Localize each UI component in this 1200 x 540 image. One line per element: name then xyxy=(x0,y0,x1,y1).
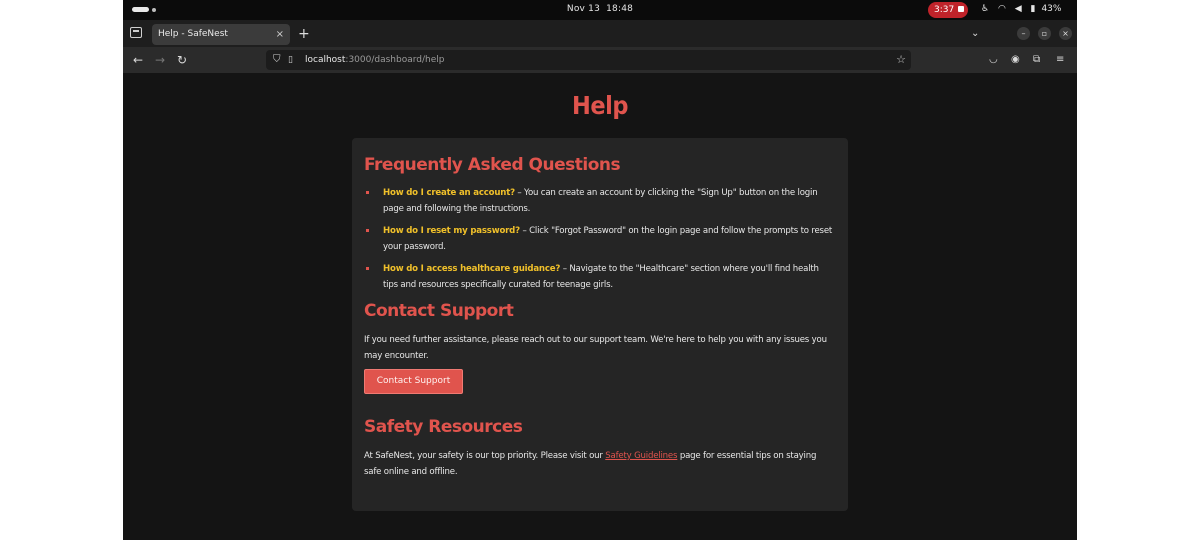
account-icon[interactable]: ◉ xyxy=(1011,52,1020,68)
page-title: Help xyxy=(572,91,628,120)
faq-heading: Frequently Asked Questions xyxy=(364,155,621,175)
safety-heading: Safety Resources xyxy=(364,417,523,437)
url-path: :3000/dashboard/help xyxy=(345,55,445,65)
contact-support-button[interactable]: Contact Support xyxy=(364,369,463,394)
maximize-icon[interactable]: ▫ xyxy=(1038,27,1051,40)
faq-question: How do I access healthcare guidance? xyxy=(383,264,561,274)
faq-item: How do I reset my password? – Click "For… xyxy=(364,223,834,255)
help-page: Help Frequently Asked Questions How do I… xyxy=(123,73,1077,540)
faq-question: How do I reset my password? xyxy=(383,226,520,236)
close-tab-icon[interactable]: × xyxy=(276,24,284,45)
accessibility-icon: ♿ xyxy=(981,4,990,14)
contact-text: If you need further assistance, please r… xyxy=(364,335,827,361)
faq-item: How do I access healthcare guidance? – N… xyxy=(364,261,834,293)
battery-icon: ▮ xyxy=(1030,4,1036,14)
screen-recording-indicator[interactable]: 3:37 xyxy=(928,2,968,18)
new-tab-button[interactable]: + xyxy=(298,24,310,44)
system-tray[interactable]: ♿ ◠ ◀ ▮ 43% xyxy=(981,4,1067,14)
help-card: Frequently Asked Questions How do I crea… xyxy=(352,138,848,511)
pocket-icon[interactable]: ◡ xyxy=(989,52,998,68)
os-top-bar: Nov 13 18:48 3:37 ♿ ◠ ◀ ▮ 43% xyxy=(123,0,1077,20)
faq-item: How do I create an account? – You can cr… xyxy=(364,185,834,217)
wifi-icon: ◠ xyxy=(997,4,1006,14)
back-arrow-icon[interactable]: ← xyxy=(133,51,143,69)
forward-arrow-icon[interactable]: → xyxy=(155,51,165,69)
chevron-down-icon[interactable]: ⌄ xyxy=(971,24,979,44)
url-bar[interactable]: ⛉ ▯ localhost:3000/dashboard/help ☆ xyxy=(266,50,911,70)
minimize-icon[interactable]: – xyxy=(1017,27,1030,40)
volume-icon: ◀ xyxy=(1014,4,1022,14)
tab-title: Help - SafeNest xyxy=(158,29,228,39)
bullet-icon xyxy=(366,229,369,232)
bookmark-star-icon[interactable]: ☆ xyxy=(896,50,906,70)
shield-icon[interactable]: ⛉ xyxy=(273,50,281,70)
close-window-icon[interactable]: × xyxy=(1059,27,1072,40)
tab-overview-icon[interactable] xyxy=(130,27,142,38)
safety-text-before: At SafeNest, your safety is our top prio… xyxy=(364,451,606,461)
browser-nav-bar: ← → ↻ ⛉ ▯ localhost:3000/dashboard/help … xyxy=(123,47,1077,73)
battery-level: 43% xyxy=(1041,4,1062,14)
bullet-icon xyxy=(366,191,369,194)
extensions-icon[interactable]: ⧉ xyxy=(1033,52,1040,68)
url-host: localhost xyxy=(305,55,346,65)
url-text[interactable]: localhost:3000/dashboard/help xyxy=(305,50,444,70)
browser-tab-bar: Help - SafeNest × + ⌄ – ▫ × xyxy=(123,20,1077,47)
safety-guidelines-link[interactable]: Safety Guidelines xyxy=(605,451,677,461)
screen: Nov 13 18:48 3:37 ♿ ◠ ◀ ▮ 43% Help - Safe… xyxy=(123,0,1077,540)
clock-time: 18:48 xyxy=(606,4,634,14)
stop-icon xyxy=(958,6,965,12)
bullet-icon xyxy=(366,267,369,270)
tab-help-safenest[interactable]: Help - SafeNest × xyxy=(152,24,290,45)
recording-time: 3:37 xyxy=(934,5,955,15)
faq-list: How do I create an account? – You can cr… xyxy=(364,185,834,299)
contact-heading: Contact Support xyxy=(364,301,514,321)
menu-icon[interactable]: ≡ xyxy=(1056,52,1064,68)
faq-question: How do I create an account? xyxy=(383,188,515,198)
clock-date: Nov 13 xyxy=(566,4,600,14)
safety-text: At SafeNest, your safety is our top prio… xyxy=(364,448,834,480)
reload-icon[interactable]: ↻ xyxy=(177,51,187,69)
page-info-icon[interactable]: ▯ xyxy=(288,50,293,70)
